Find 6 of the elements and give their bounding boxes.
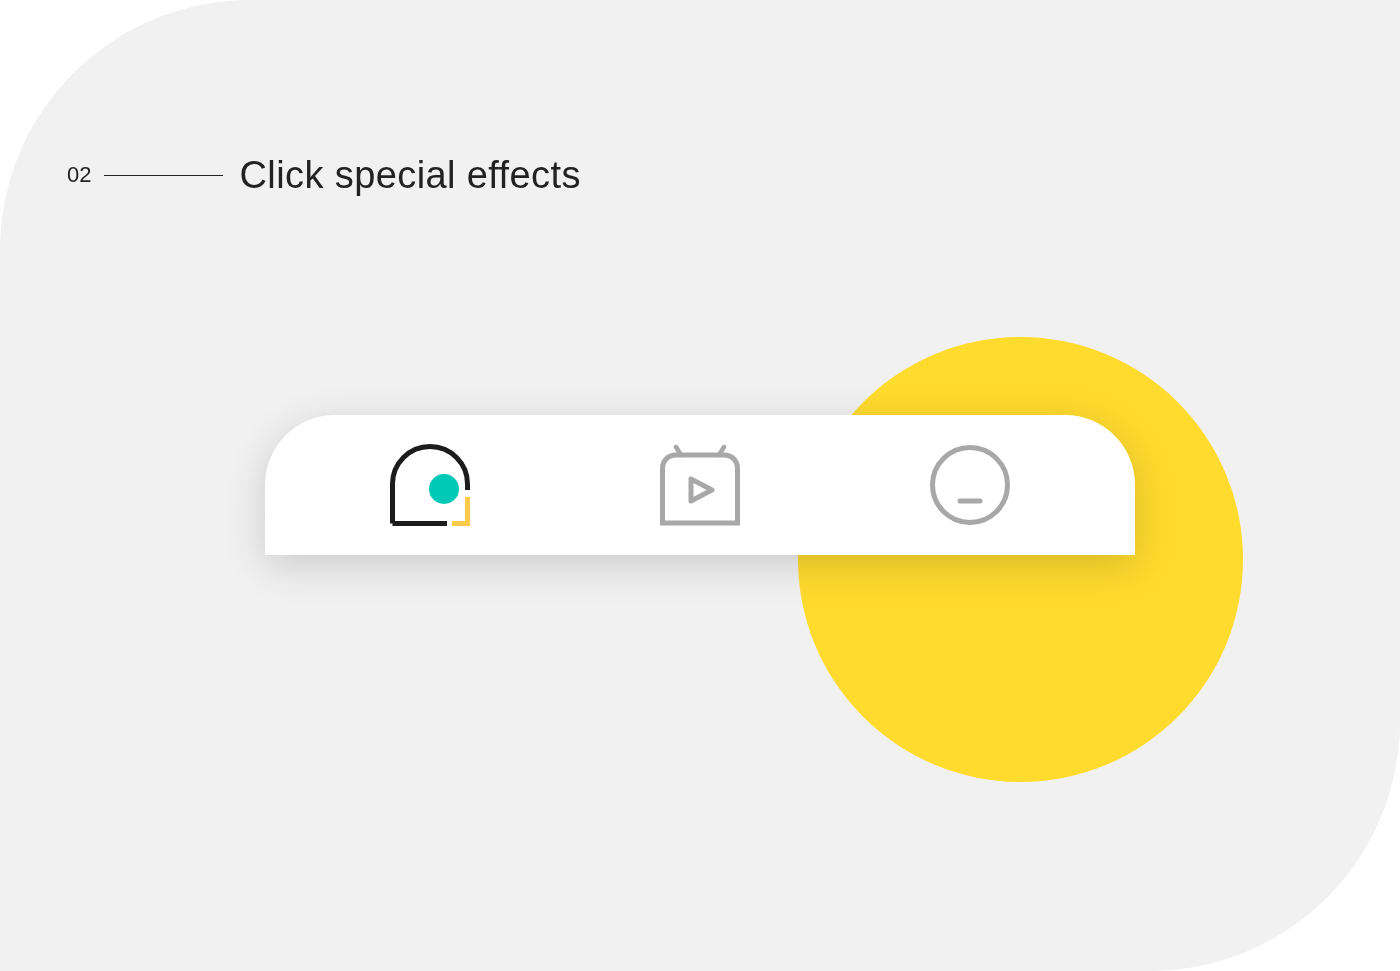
tab-button[interactable] — [390, 444, 470, 526]
section-title: Click special effects — [239, 154, 581, 196]
step-number: 02 — [67, 162, 92, 188]
circle-dash-icon — [930, 444, 1010, 526]
tv-play-icon — [660, 444, 740, 526]
dome-dot-icon — [390, 444, 470, 526]
